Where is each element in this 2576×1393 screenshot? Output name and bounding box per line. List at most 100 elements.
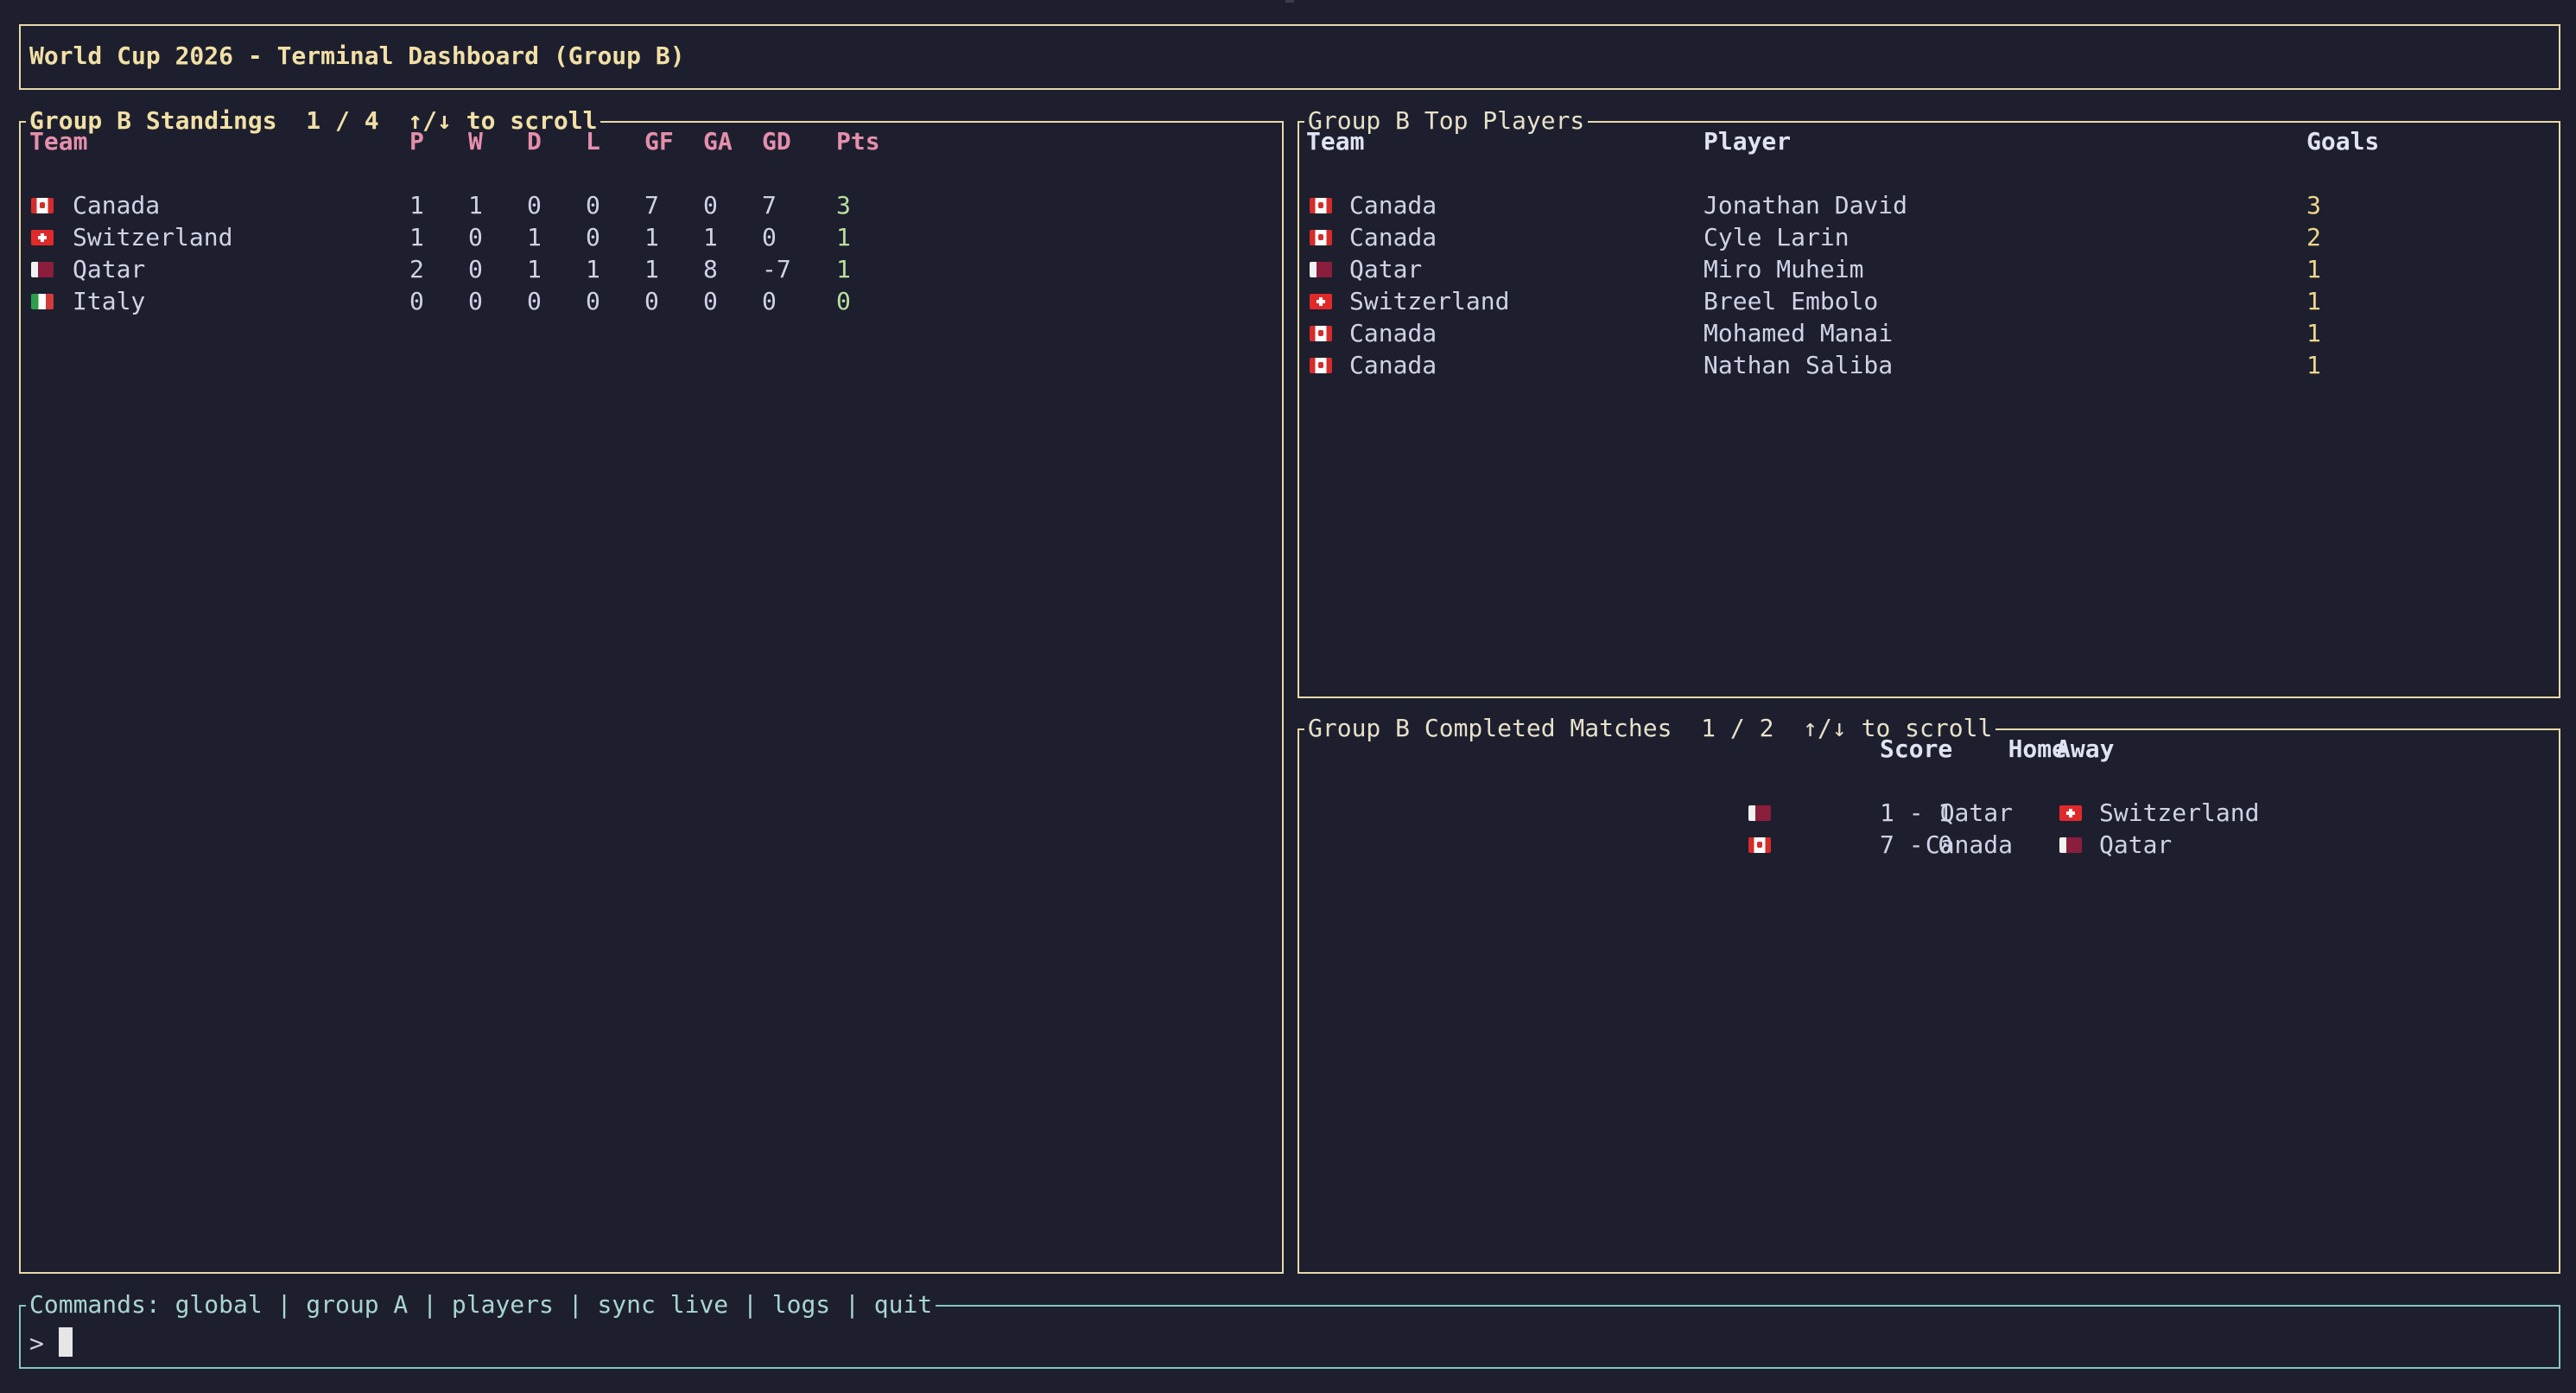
drawn: 0	[527, 287, 542, 315]
player-row[interactable]: Canada Nathan Saliba 1	[1299, 349, 2559, 381]
header-played: P	[409, 127, 424, 156]
won: 0	[468, 287, 483, 315]
away-team: Qatar	[2099, 830, 2173, 859]
header-goal-difference: GD	[762, 127, 791, 156]
goals-for: 7	[644, 191, 659, 219]
command-prompt: >	[29, 1329, 44, 1358]
command-input-panel[interactable]: Commands: global | group A | players | s…	[19, 1288, 2560, 1369]
lost: 0	[586, 287, 600, 315]
player-team: Qatar	[1349, 255, 1423, 283]
team-name: Qatar	[73, 255, 146, 283]
match-score: 1 - 1	[1880, 798, 1953, 827]
team-name: Italy	[73, 287, 146, 315]
match-score: 7 - 0	[1880, 830, 1953, 859]
player-goals: 1	[2306, 287, 2321, 315]
lost: 1	[586, 255, 600, 283]
player-team: Canada	[1349, 223, 1437, 251]
played: 0	[409, 287, 424, 315]
player-name: Cyle Larin	[1704, 223, 1850, 251]
standings-row[interactable]: Switzerland 1 0 1 0 1 1 0 1	[21, 221, 1282, 253]
player-goals: 1	[2306, 255, 2321, 283]
header-team: Team	[29, 127, 88, 156]
drawn: 0	[527, 191, 542, 219]
switzerland-flag-icon	[1310, 294, 1332, 309]
drawn: 1	[527, 255, 542, 283]
switzerland-flag-icon	[2059, 805, 2082, 821]
player-goals: 2	[2306, 223, 2321, 251]
goals-for: 0	[644, 287, 659, 315]
player-name: Nathan Saliba	[1704, 351, 1894, 379]
player-name: Jonathan David	[1704, 191, 1908, 219]
header-goals-for: GF	[644, 127, 674, 156]
player-team: Canada	[1349, 191, 1437, 219]
commands-hint: Commands: global | group A | players | s…	[26, 1288, 936, 1322]
goal-difference: 7	[762, 191, 777, 219]
canada-flag-icon	[31, 198, 54, 213]
drawn: 1	[527, 223, 542, 251]
team-name: Switzerland	[73, 223, 233, 251]
canada-flag-icon	[1748, 837, 1771, 853]
player-row[interactable]: Canada Cyle Larin 2	[1299, 221, 2559, 253]
player-name: Miro Muheim	[1704, 255, 1864, 283]
goals-against: 0	[703, 191, 718, 219]
canada-flag-icon	[1310, 326, 1332, 341]
app-title: World Cup 2026 - Terminal Dashboard (Gro…	[29, 41, 685, 70]
header-goals: Goals	[2306, 127, 2380, 156]
players-header-row: Team Player Goals	[1299, 125, 2559, 157]
header-points: Pts	[836, 127, 880, 156]
goal-difference: -7	[762, 255, 791, 283]
played: 1	[409, 191, 424, 219]
won: 0	[468, 223, 483, 251]
points: 0	[836, 287, 851, 315]
won: 1	[468, 191, 483, 219]
header-won: W	[468, 127, 483, 156]
goal-difference: 0	[762, 287, 777, 315]
player-row[interactable]: Switzerland Breel Embolo 1	[1299, 285, 2559, 317]
goals-for: 1	[644, 223, 659, 251]
italy-flag-icon	[31, 294, 54, 309]
standings-row[interactable]: Qatar 2 0 1 1 1 8 -7 1	[21, 253, 1282, 285]
header-score: Score	[1880, 735, 1953, 763]
player-goals: 3	[2306, 191, 2321, 219]
standings-panel[interactable]: Group B Standings 1 / 4 ↑/↓ to scroll Te…	[19, 104, 1284, 1274]
matches-header-row: Home Score Away	[1299, 733, 2559, 765]
standings-row[interactable]: Italy 0 0 0 0 0 0 0 0	[21, 285, 1282, 317]
player-goals: 1	[2306, 351, 2321, 379]
header-lost: L	[586, 127, 600, 156]
player-row[interactable]: Qatar Miro Muheim 1	[1299, 253, 2559, 285]
away-team: Switzerland	[2099, 798, 2260, 827]
header-drawn: D	[527, 127, 542, 156]
text-cursor[interactable]	[59, 1327, 73, 1357]
header-goals-against: GA	[703, 127, 733, 156]
points: 1	[836, 223, 851, 251]
header-player: Player	[1704, 127, 1792, 156]
app-title-bar: World Cup 2026 - Terminal Dashboard (Gro…	[19, 24, 2560, 90]
goals-for: 1	[644, 255, 659, 283]
window-top-marker	[1285, 0, 1294, 3]
player-team: Switzerland	[1349, 287, 1510, 315]
qatar-flag-icon	[1310, 262, 1332, 277]
player-team: Canada	[1349, 319, 1437, 347]
points: 1	[836, 255, 851, 283]
won: 0	[468, 255, 483, 283]
player-team: Canada	[1349, 351, 1437, 379]
goals-against: 0	[703, 287, 718, 315]
match-row[interactable]: Canada 7 - 0 Qatar	[1299, 829, 2559, 861]
points: 3	[836, 191, 851, 219]
player-row[interactable]: Canada Jonathan David 3	[1299, 189, 2559, 221]
top-players-panel[interactable]: Group B Top Players Team Player Goals Ca…	[1298, 104, 2560, 698]
canada-flag-icon	[1310, 198, 1332, 213]
played: 2	[409, 255, 424, 283]
lost: 0	[586, 223, 600, 251]
player-row[interactable]: Canada Mohamed Manai 1	[1299, 317, 2559, 349]
match-row[interactable]: Qatar 1 - 1 Switzerland	[1299, 797, 2559, 829]
player-name: Mohamed Manai	[1704, 319, 1894, 347]
goals-against: 1	[703, 223, 718, 251]
goal-difference: 0	[762, 223, 777, 251]
completed-matches-panel[interactable]: Group B Completed Matches 1 / 2 ↑/↓ to s…	[1298, 711, 2560, 1274]
team-name: Canada	[73, 191, 161, 219]
player-name: Breel Embolo	[1704, 287, 1879, 315]
qatar-flag-icon	[1748, 805, 1771, 821]
standings-row[interactable]: Canada 1 1 0 0 7 0 7 3	[21, 189, 1282, 221]
goals-against: 8	[703, 255, 718, 283]
